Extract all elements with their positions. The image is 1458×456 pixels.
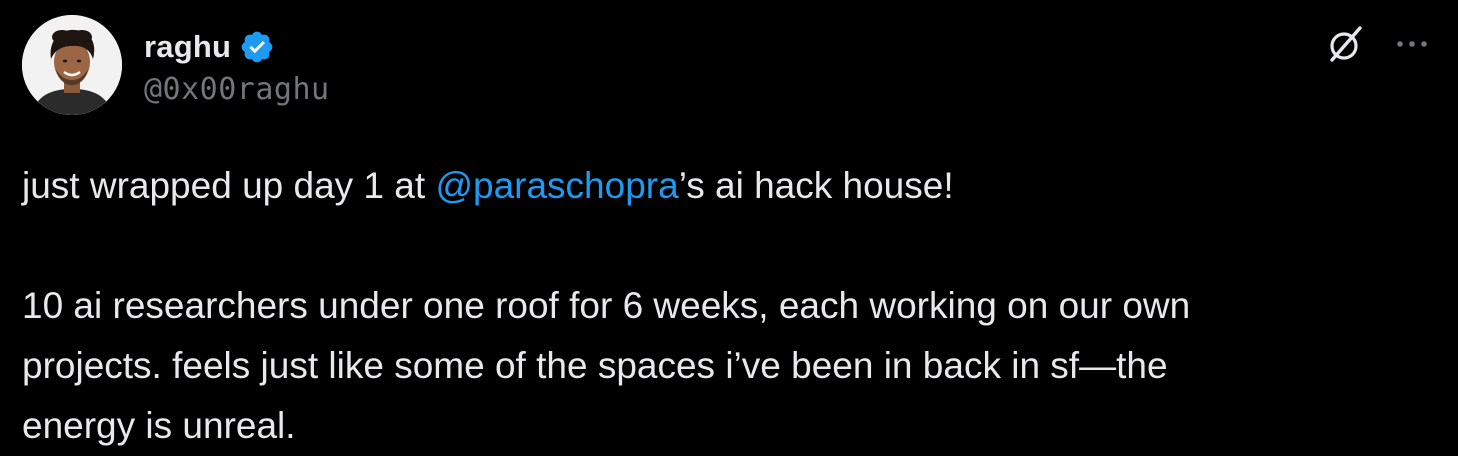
name-row: raghu <box>144 24 330 70</box>
grok-slash-icon[interactable] <box>1324 22 1368 66</box>
display-name[interactable]: raghu <box>144 29 231 65</box>
tweet-line: energy is unreal. <box>22 405 296 446</box>
tweet-card: raghu @0x00raghu just wrapped up day 1 a… <box>0 0 1458 456</box>
author-names: raghu @0x00raghu <box>144 15 330 115</box>
tweet-text-before-mention: just wrapped up day 1 at <box>22 165 436 206</box>
tweet-paragraph-1: just wrapped up day 1 at @paraschopra’s … <box>22 156 1432 216</box>
tweet-header: raghu @0x00raghu <box>22 15 330 115</box>
tweet-line: 10 ai researchers under one roof for 6 w… <box>22 285 1191 326</box>
tweet-body: just wrapped up day 1 at @paraschopra’s … <box>22 156 1432 456</box>
tweet-line: projects. feels just like some of the sp… <box>22 345 1168 386</box>
mention-link[interactable]: @paraschopra <box>435 165 678 206</box>
avatar-photo <box>22 15 122 115</box>
tweet-text-after-mention: ’s ai hack house! <box>678 165 954 206</box>
more-dots-icon[interactable] <box>1392 24 1432 64</box>
tweet-actions <box>1324 22 1432 66</box>
avatar[interactable] <box>22 15 122 115</box>
tweet-paragraph-2: 10 ai researchers under one roof for 6 w… <box>22 276 1432 456</box>
author-handle[interactable]: @0x00raghu <box>144 72 330 107</box>
verified-badge-icon[interactable] <box>239 29 275 65</box>
